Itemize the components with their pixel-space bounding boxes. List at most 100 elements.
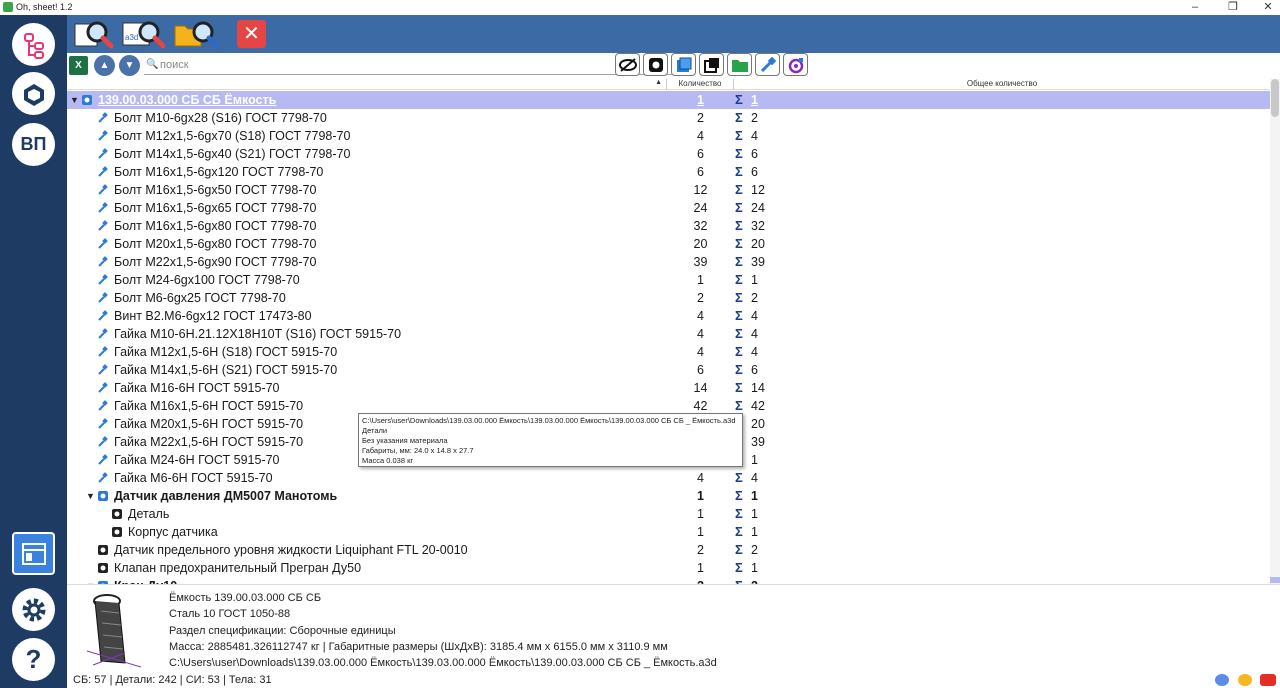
table-row[interactable]: Болт М16х1,5-6gx50 ГОСТ 7798-70 12 Σ 12 [67, 181, 1270, 199]
expand-down-icon[interactable]: ▼ [119, 55, 140, 76]
column-header-qty[interactable]: Количество [667, 79, 734, 90]
table-row[interactable]: Болт М24-6gx100 ГОСТ 7798-70 1 Σ 1 [67, 271, 1270, 289]
row-quantity: 6 [697, 165, 704, 179]
spec-table-icon[interactable] [12, 532, 55, 575]
row-name: Болт М16х1,5-6gx50 ГОСТ 7798-70 [114, 183, 317, 197]
fastener-icon [98, 454, 108, 465]
left-sidebar: ВП ? [0, 15, 67, 688]
row-quantity: 1 [697, 489, 704, 503]
row-name: Гайка М24-6Н ГОСТ 5915-70 [114, 453, 280, 467]
donate-icon[interactable] [1238, 674, 1252, 686]
sigma-icon: Σ [735, 110, 743, 125]
row-total: 39 [751, 255, 765, 269]
sigma-icon: Σ [735, 290, 743, 305]
chat-icon[interactable] [1215, 674, 1229, 686]
table-row[interactable]: Болт М16х1,5-6gx65 ГОСТ 7798-70 24 Σ 24 [67, 199, 1270, 217]
fastener-icon [98, 220, 108, 231]
help-icon[interactable]: ? [12, 638, 55, 681]
settings-gear-icon[interactable] [12, 588, 55, 631]
table-row[interactable]: Болт М14х1,5-6gx40 (S21) ГОСТ 7798-70 6 Σ 6 [67, 145, 1270, 163]
row-total: 20 [751, 237, 765, 251]
row-name: Болт М16х1,5-6gx120 ГОСТ 7798-70 [114, 165, 324, 179]
table-row[interactable]: Болт М22х1,5-6gx90 ГОСТ 7798-70 39 Σ 39 [67, 253, 1270, 271]
tree-structure-icon[interactable] [12, 23, 55, 66]
vp-icon[interactable]: ВП [12, 123, 55, 166]
excel-export-icon[interactable]: X [69, 56, 88, 75]
body-filter-icon[interactable] [671, 53, 696, 76]
table-row[interactable]: Корпус датчика 1 Σ 1 [67, 523, 1270, 541]
sigma-icon: Σ [735, 380, 743, 395]
collapse-up-icon[interactable]: ▲ [94, 55, 115, 76]
row-name: Болт М14х1,5-6gx40 (S21) ГОСТ 7798-70 [114, 147, 351, 161]
row-total: 39 [751, 435, 765, 449]
sheet-filter-icon[interactable] [699, 53, 724, 76]
table-header: ▲ Количество Общее количество [67, 79, 1270, 90]
minimize-icon[interactable]: – [1175, 0, 1215, 15]
table-row[interactable]: ▼ 139.00.03.000 СБ СБ Ёмкость 1 Σ 1 [67, 91, 1270, 109]
table-row[interactable]: Гайка М14х1,5-6Н (S21) ГОСТ 5915-70 6 Σ 6 [67, 361, 1270, 379]
part-icon [112, 509, 122, 519]
table-row[interactable]: Деталь 1 Σ 1 [67, 505, 1270, 523]
part-icon [98, 545, 108, 555]
a3d-search-icon[interactable]: a3d [121, 18, 167, 50]
fastener-icon [98, 310, 108, 321]
row-name: Гайка М22х1,5-6Н ГОСТ 5915-70 [114, 435, 304, 449]
table-row[interactable]: Гайка М6-6Н ГОСТ 5915-70 4 Σ 4 [67, 469, 1270, 487]
expand-toggle-icon[interactable]: ▼ [70, 91, 79, 109]
window-title: Oh, sheet! 1.2 [16, 2, 73, 12]
row-name: 139.00.03.000 СБ СБ Ёмкость [98, 93, 277, 107]
expand-toggle-icon[interactable]: ▼ [86, 487, 95, 505]
column-header-total[interactable]: Общее количество [734, 79, 1270, 88]
row-quantity: 2 [667, 577, 734, 584]
table-row[interactable]: ▼Кран Ду102Σ2 [67, 577, 1270, 584]
close-icon[interactable]: ✕ [237, 20, 266, 48]
part-filter-icon[interactable] [643, 53, 668, 76]
scrollbar-selection-marker [1270, 577, 1280, 583]
search-input[interactable] [160, 57, 680, 73]
youtube-icon[interactable] [1260, 674, 1276, 686]
3d-box-icon[interactable] [12, 72, 55, 115]
fastener-filter-icon[interactable] [755, 53, 780, 76]
row-total: 12 [751, 183, 765, 197]
close-window-icon[interactable]: ✕ [1248, 0, 1280, 15]
row-quantity: 4 [697, 471, 704, 485]
maximize-icon[interactable]: ❐ [1213, 0, 1253, 15]
sigma-icon: Σ [735, 146, 743, 161]
sigma-icon: Σ [735, 524, 743, 539]
table-row[interactable]: Болт М16х1,5-6gx80 ГОСТ 7798-70 32 Σ 32 [67, 217, 1270, 235]
row-name: Болт М22х1,5-6gx90 ГОСТ 7798-70 [114, 255, 317, 269]
sigma-icon: Σ [735, 560, 743, 575]
table-row[interactable]: Болт М20х1,5-6gx80 ГОСТ 7798-70 20 Σ 20 [67, 235, 1270, 253]
sigma-icon: Σ [735, 577, 743, 584]
table-row[interactable]: ▼ Датчик давления ДМ5007 Манотомь 1 Σ 1 [67, 487, 1270, 505]
table-row[interactable]: Клапан предохранительный Прегран Ду50 1 Σ 1 [67, 559, 1270, 577]
expand-toggle-icon[interactable]: ▼ [86, 577, 95, 584]
table-row[interactable]: Болт М12х1,5-6gx70 (S18) ГОСТ 7798-70 4 Σ 4 [67, 127, 1270, 145]
fastener-icon [98, 166, 108, 177]
fastener-icon [98, 346, 108, 357]
table-row[interactable]: Гайка М10-6Н.21.12Х18Н10Т (S16) ГОСТ 591… [67, 325, 1270, 343]
row-name: Болт М24-6gx100 ГОСТ 7798-70 [114, 273, 300, 287]
vertical-scrollbar[interactable] [1270, 79, 1280, 584]
folder-search-icon[interactable] [173, 18, 219, 50]
standard-filter-icon[interactable] [783, 53, 808, 76]
scrollbar-thumb[interactable] [1271, 79, 1279, 117]
fastener-icon [98, 364, 108, 375]
sigma-icon: Σ [735, 128, 743, 143]
table-row[interactable]: Винт В2.М6-6gx12 ГОСТ 17473-80 4 Σ 4 [67, 307, 1270, 325]
table-row[interactable]: Гайка М16-6Н ГОСТ 5915-70 14 Σ 14 [67, 379, 1270, 397]
table-row[interactable]: Гайка М12х1,5-6Н (S18) ГОСТ 5915-70 4 Σ 4 [67, 343, 1270, 361]
row-name: Болт М10-6gx28 (S16) ГОСТ 7798-70 [114, 111, 327, 125]
hide-eye-icon[interactable] [615, 53, 640, 76]
column-header-name[interactable]: ▲ [67, 79, 667, 90]
row-name: Болт М20х1,5-6gx80 ГОСТ 7798-70 [114, 237, 317, 251]
open-model-search-icon[interactable] [71, 18, 117, 50]
details-panel: Ёмкость 139.00.03.000 СБ СБ Сталь 10 ГОС… [67, 584, 1280, 672]
folder-filter-icon[interactable] [727, 53, 752, 76]
table-row[interactable]: Болт М10-6gx28 (S16) ГОСТ 7798-70 2 Σ 2 [67, 109, 1270, 127]
table-row[interactable]: Болт М16х1,5-6gx120 ГОСТ 7798-70 6 Σ 6 [67, 163, 1270, 181]
tooltip-material: Без указания материала [362, 436, 448, 445]
row-name: Болт М16х1,5-6gx65 ГОСТ 7798-70 [114, 201, 317, 215]
table-row[interactable]: Датчик предельного уровня жидкости Liqui… [67, 541, 1270, 559]
table-row[interactable]: Болт М6-6gx25 ГОСТ 7798-70 2 Σ 2 [67, 289, 1270, 307]
